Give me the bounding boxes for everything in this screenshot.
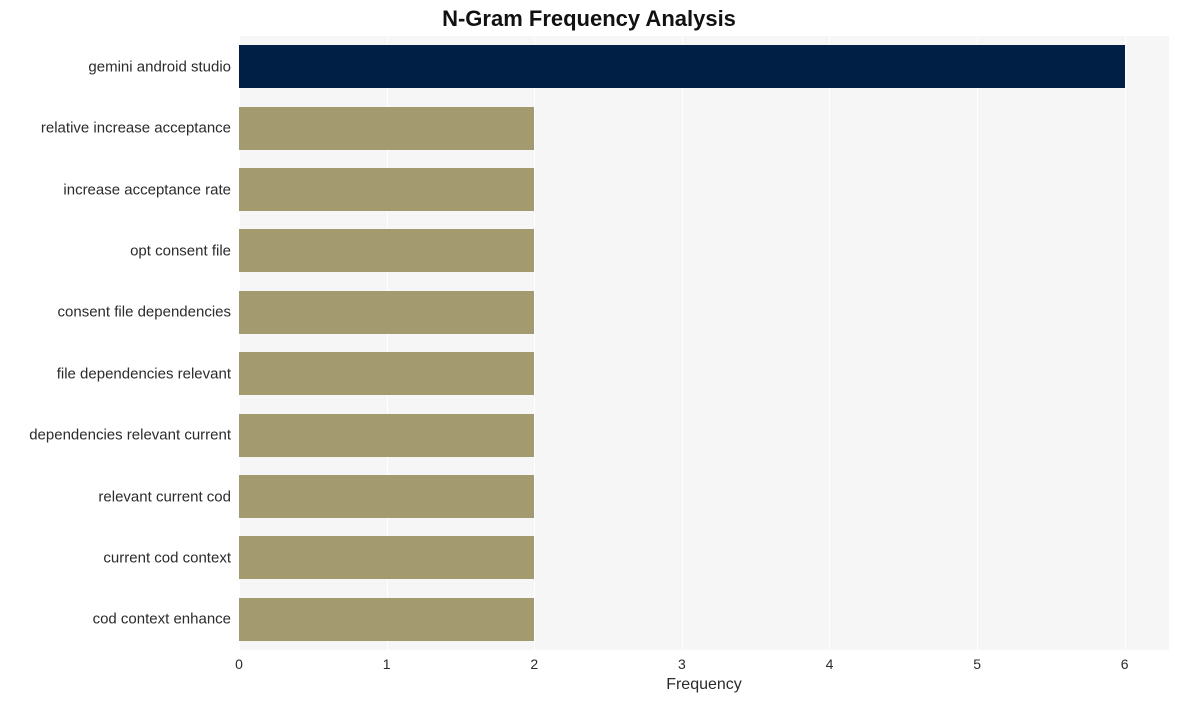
y-tick-label: increase acceptance rate bbox=[1, 182, 231, 197]
gridline bbox=[829, 36, 830, 650]
x-tick-label: 6 bbox=[1105, 656, 1145, 672]
y-tick-label: consent file dependencies bbox=[1, 305, 231, 320]
plot-area bbox=[239, 36, 1169, 650]
ngram-frequency-chart: N-Gram Frequency Analysis gemini android… bbox=[0, 0, 1178, 701]
gridline bbox=[977, 36, 978, 650]
y-tick-label: relative increase acceptance bbox=[1, 121, 231, 136]
x-tick-label: 0 bbox=[219, 656, 259, 672]
bar bbox=[239, 536, 534, 579]
bar bbox=[239, 45, 1125, 88]
gridline bbox=[534, 36, 535, 650]
y-tick-label: relevant current cod bbox=[1, 489, 231, 504]
bar bbox=[239, 414, 534, 457]
x-axis-title: Frequency bbox=[239, 676, 1169, 694]
bar bbox=[239, 352, 534, 395]
gridline bbox=[682, 36, 683, 650]
x-tick-label: 3 bbox=[662, 656, 702, 672]
y-tick-label: file dependencies relevant bbox=[1, 366, 231, 381]
x-tick-label: 1 bbox=[367, 656, 407, 672]
y-tick-label: dependencies relevant current bbox=[1, 428, 231, 443]
bar bbox=[239, 475, 534, 518]
gridline bbox=[1125, 36, 1126, 650]
chart-title: N-Gram Frequency Analysis bbox=[0, 6, 1178, 32]
bar bbox=[239, 107, 534, 150]
y-tick-label: opt consent file bbox=[1, 243, 231, 258]
x-tick-label: 2 bbox=[514, 656, 554, 672]
x-tick-label: 4 bbox=[809, 656, 849, 672]
x-tick-label: 5 bbox=[957, 656, 997, 672]
bar bbox=[239, 229, 534, 272]
y-tick-label: current cod context bbox=[1, 550, 231, 565]
bar bbox=[239, 168, 534, 211]
bar bbox=[239, 598, 534, 641]
y-tick-label: gemini android studio bbox=[1, 59, 231, 74]
y-tick-label: cod context enhance bbox=[1, 612, 231, 627]
bar bbox=[239, 291, 534, 334]
